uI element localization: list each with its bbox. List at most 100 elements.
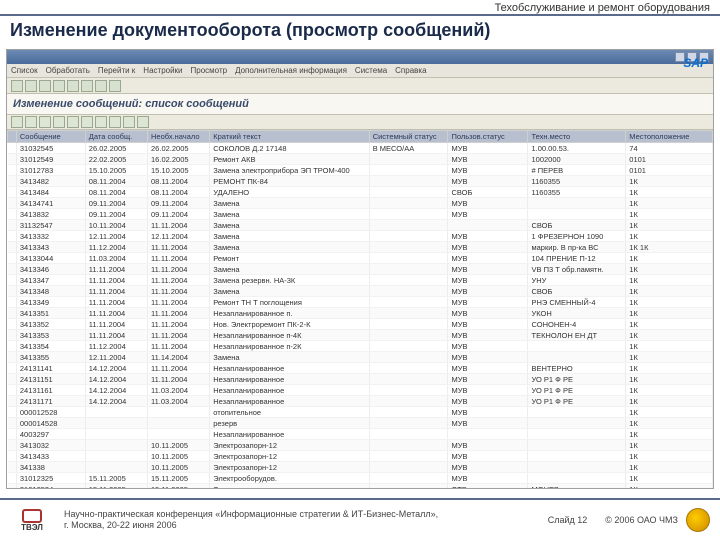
cell: УО Р1 Ф РЕ (528, 385, 626, 396)
table-row[interactable]: 341335211.11.200411.11.2004Нов. Электрор… (8, 319, 713, 330)
table-row[interactable]: 3101254922.02.200516.02.2005Ремонт АКВМУ… (8, 154, 713, 165)
slide-title: Изменение документооборота (просмотр соо… (0, 16, 720, 49)
table-row[interactable]: 2413117114.12.200411.03.2004Незапланиров… (8, 396, 713, 407)
table-row[interactable]: 000014528резервМУВ1К (8, 418, 713, 429)
col-header-6[interactable]: Пользов.статус (448, 131, 528, 143)
grid-scroll[interactable]: СообщениеДата сообщ.Необх.началоКраткий … (7, 130, 713, 488)
table-row[interactable]: 341335411.12.200411.11.2004Незапланирова… (8, 341, 713, 352)
table-row[interactable]: 341348208.11.200408.11.2004РЕМОНТ ПК-84М… (8, 176, 713, 187)
table-row[interactable]: 3413304411.03.200411.11.2004РемонтМУВ104… (8, 253, 713, 264)
table-row[interactable]: 341335111.11.200411.11.2004Незапланирова… (8, 308, 713, 319)
col-header-7[interactable]: Техн.место (528, 131, 626, 143)
cell: Электрооборудов. (210, 473, 369, 484)
menu-item-6[interactable]: Система (355, 66, 387, 75)
menu-item-5[interactable]: Дополнительная информация (235, 66, 347, 75)
cell: 15.10.2005 (148, 165, 210, 176)
menu-item-0[interactable]: Список (11, 66, 38, 75)
col-header-0[interactable] (8, 131, 17, 143)
table-row[interactable]: 3113254710.11.200411.11.2004ЗаменаСВОБ1К (8, 220, 713, 231)
table-row[interactable]: 2413116114.12.200411.03.2004Незапланиров… (8, 385, 713, 396)
tb2-export-icon[interactable] (95, 116, 107, 128)
cell (369, 242, 448, 253)
app-subtitle: Изменение сообщений: список сообщений (7, 94, 713, 114)
table-row[interactable]: 341334311.12.200411.11.2004ЗаменаМУВмарк… (8, 242, 713, 253)
table-row[interactable]: 000012528отопительноеМУВ1К (8, 407, 713, 418)
col-header-8[interactable]: Местоположение (626, 131, 713, 143)
table-row[interactable]: 34133810.11.2005Электрозапорн-12МУВ1К (8, 462, 713, 473)
tb2-layout-icon[interactable] (109, 116, 121, 128)
cell (528, 341, 626, 352)
tb-print-icon[interactable] (39, 80, 51, 92)
cell: МУВ (448, 253, 528, 264)
cell (8, 242, 17, 253)
cell (8, 484, 17, 489)
cell: МУВ (448, 440, 528, 451)
menu-item-2[interactable]: Перейти к (98, 66, 135, 75)
cell: 11.11.2004 (85, 319, 147, 330)
tb-fwd-icon[interactable] (67, 80, 79, 92)
table-row[interactable]: 341383209.11.200409.11.2004ЗаменаМУВ1К (8, 209, 713, 220)
table-row[interactable]: 341334611.11.200411.11.2004ЗаменаМУВVB П… (8, 264, 713, 275)
table-row[interactable]: 341333212.11.200412.11.2004ЗаменаМУВ1 ФР… (8, 231, 713, 242)
table-row[interactable]: 3101278315.10.200515.10.2005Замена элект… (8, 165, 713, 176)
cell (369, 363, 448, 374)
table-row[interactable]: 341334811.11.200411.11.2004ЗаменаМУВСВОБ… (8, 286, 713, 297)
col-header-4[interactable]: Краткий текст (210, 131, 369, 143)
tb-back-icon[interactable] (11, 80, 23, 92)
tb-refresh-icon[interactable] (81, 80, 93, 92)
table-row[interactable]: 341334911.11.200411.11.2004Ремонт ТН Т п… (8, 297, 713, 308)
menu-item-1[interactable]: Обработать (46, 66, 90, 75)
cell: 08.11.2004 (148, 187, 210, 198)
cell (369, 330, 448, 341)
tb-save-icon[interactable] (25, 80, 37, 92)
table-row[interactable]: 3101232515.11.200515.11.2005Электрообору… (8, 473, 713, 484)
cell: УО Р1 Ф РЕ (528, 374, 626, 385)
cell: УКОН (528, 308, 626, 319)
cell (85, 418, 147, 429)
table-row[interactable]: 3413474109.11.200409.11.2004ЗаменаМУВ1К (8, 198, 713, 209)
tb2-filter-icon[interactable] (67, 116, 79, 128)
cell: 3413347 (16, 275, 85, 286)
tb-help-icon[interactable] (109, 80, 121, 92)
table-row[interactable]: 341334711.11.200411.11.2004Замена резерв… (8, 275, 713, 286)
tb2-sort-asc-icon[interactable] (39, 116, 51, 128)
menu-item-7[interactable]: Справка (395, 66, 426, 75)
table-row[interactable]: 3103254526.02.200526.02.2005СОКОЛОВ Д.2 … (8, 143, 713, 154)
table-row[interactable]: 341335512.11.200411.14.2004ЗаменаМУВ1К (8, 352, 713, 363)
tb2-select-icon[interactable] (11, 116, 23, 128)
col-header-5[interactable]: Системный статус (369, 131, 448, 143)
cell: 11.14.2004 (148, 352, 210, 363)
table-row[interactable]: 341303210.11.2005Электрозапорн-12МУВ1К (8, 440, 713, 451)
cell: 1К (626, 396, 713, 407)
table-row[interactable]: 341343310.11.2005Электрозапорн-12МУВ1К (8, 451, 713, 462)
table-row[interactable]: 3101252415.11.200515.11.2005Элемент. заг… (8, 484, 713, 489)
col-header-1[interactable]: Сообщение (16, 131, 85, 143)
table-row[interactable]: 2413115114.12.200411.11.2004Незапланиров… (8, 374, 713, 385)
menu-item-4[interactable]: Просмотр (191, 66, 228, 75)
cell: 1К (626, 385, 713, 396)
tb2-sort-desc-icon[interactable] (53, 116, 65, 128)
tb2-sum-icon[interactable] (81, 116, 93, 128)
cell (369, 484, 448, 489)
table-row[interactable]: 341335311.11.200411.11.2004Незапланирова… (8, 330, 713, 341)
col-header-2[interactable]: Дата сообщ. (85, 131, 147, 143)
col-header-3[interactable]: Необх.начало (148, 131, 210, 143)
cell: 3413348 (16, 286, 85, 297)
table-row[interactable]: 2413114114.12.200411.11.2004Незапланиров… (8, 363, 713, 374)
tb-find-icon[interactable] (53, 80, 65, 92)
cell (528, 352, 626, 363)
tb2-chart-icon[interactable] (123, 116, 135, 128)
cell: МУВ (448, 143, 528, 154)
menu-bar: Список Обработать Перейти к Настройки Просмо… (7, 64, 713, 78)
cell: 1К (626, 297, 713, 308)
slide-footer: ТВЭЛ Научно-практическая конференция «Ин… (0, 498, 720, 540)
tb2-more-icon[interactable] (137, 116, 149, 128)
tb-cancel-icon[interactable] (95, 80, 107, 92)
cell: РЕМОНТ ПК-84 (210, 176, 369, 187)
tb2-detail-icon[interactable] (25, 116, 37, 128)
table-row[interactable]: 4003297Незапланированное1К (8, 429, 713, 440)
cell: 09.11.2004 (148, 198, 210, 209)
sap-window: Список Обработать Перейти к Настройки Просмо… (6, 49, 714, 489)
menu-item-3[interactable]: Настройки (143, 66, 182, 75)
table-row[interactable]: 341348408.11.200408.11.2004УДАЛЕНОСВОБ11… (8, 187, 713, 198)
